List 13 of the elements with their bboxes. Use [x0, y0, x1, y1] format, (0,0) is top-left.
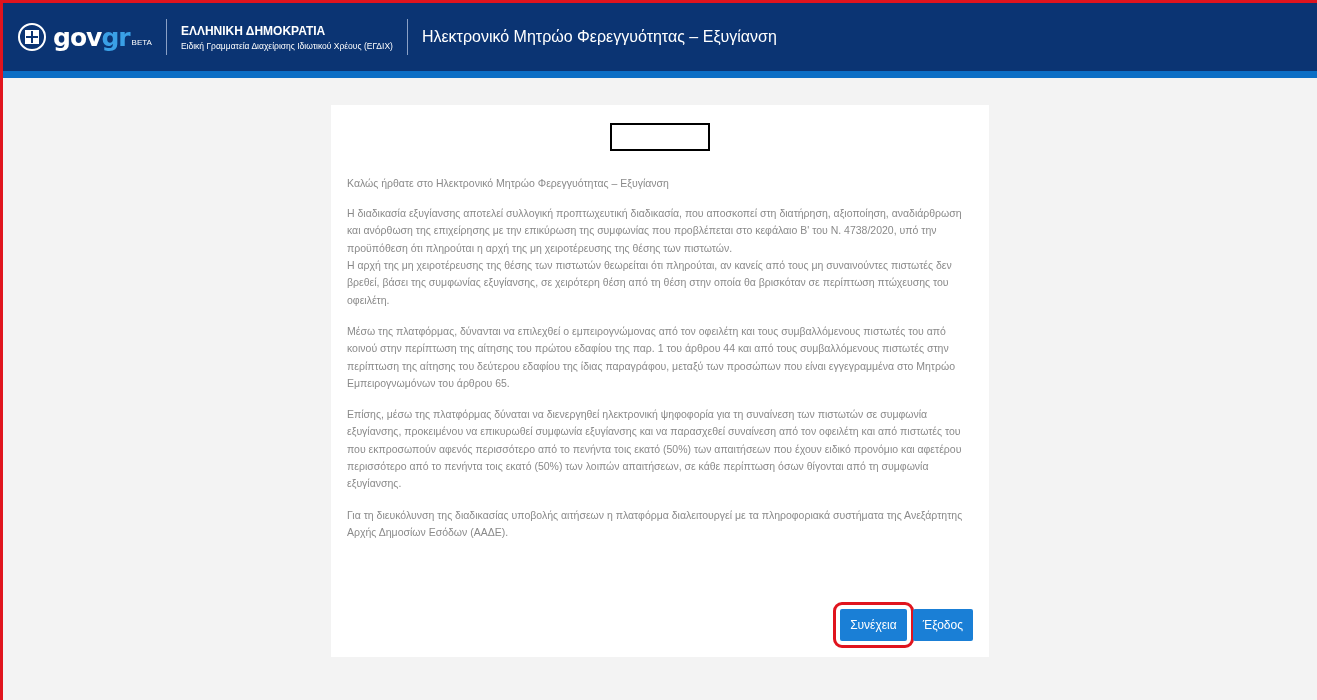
exit-button[interactable]: Έξοδος: [912, 609, 973, 641]
paragraph: Μέσω της πλατφόρμας, δύνανται να επιλεχθεί ο εμπειρογνώμονας από τον οφειλέτη και τους συμβαλλόμενους πιστωτές του από κοινού στην περίπτωση της αίτησης του πρώτου εδαφίου της παρ. 1 του άρθρου 44 και από τους συμβαλλόμενους πιστωτές στην περίπτωση της αίτησης του δεύτερου εδαφίου της ίδιας παραγράφου, μεταξύ των προσώπων που είναι εγγεγραμμένα στο Μητρώο Εμπειρογνωμόνων του άρθρου 65.: [347, 323, 957, 391]
paragraph: Η διαδικασία εξυγίανσης αποτελεί συλλογική προπτωχευτική διαδικασία, που αποσκοπεί στη διατήρηση, αξιοποίηση, αναδιάρθρωση και ανόρθωση της επιχείρησης με την επικύρωση της συμφωνίας που προβλέπεται στο κεφάλαιο Β' του Ν. 4738/2020, υπό την προϋπόθεση ότι πληρούται η αρχή της μη χειροτέρευσης της θέσης των πιστωτών.: [347, 206, 963, 256]
paragraph: Για τη διευκόλυνση της διαδικασίας υποβολής αιτήσεων η πλατφόρμα διαλειτουργεί με τα πληροφοριακά συστήματα της Ανεξάρτητης Αρχής Δημοσίων Εσόδων (ΑΑΔΕ).: [347, 507, 964, 540]
organization-subtitle: Ειδική Γραμματεία Διαχείρισης Ιδιωτικού Χρέους (ΕΓΔΙΧ): [180, 40, 393, 51]
organization-title: ΕΛΛΗΝΙΚΗ ΔΗΜΟΚΡΑΤΙΑ: [180, 23, 327, 38]
beta-label: BETA: [131, 38, 152, 47]
paragraph: Η αρχή της μη χειροτέρευσης της θέσης των πιστωτών θεωρείται ότι πληρούται, αν κανείς από τους μη συναινούντες πιστωτές δεν βρεθεί, βάσει της συμφωνίας εξυγίανσης, σε χειρότερη θέση από τη θέση στην οποία θα βρισκόταν σε περίπτωση πτώχευσης του οφειλέτη.: [347, 257, 953, 308]
paragraph: Επίσης, μέσω της πλατφόρμας δύναται να διενεργηθεί ηλεκτρονική ψηφοφορία για τη συναίνεση των πιστωτών σε συμφωνία εξυγίανσης, προκειμένου να επικυρωθεί συμφωνία εξυγίανσης και να παρασχεθεί συναίνεση από τον οφειλέτη και από πιστωτές του που εκπροσωπούν αφενός περισσότερο από το πενήντα τοις εκατό (50%) των απαιτήσεων που έχουν ειδικό προνόμιο και αφετέρου περισσότερο από το πενήντα τοις εκατό (50%) των λοιπών απαιτήσεων, σε κάθε περίπτωση όσων θίγονται από τη συμφωνία εξυγίανσης.: [347, 407, 963, 492]
logo-text: govgr: [53, 22, 130, 52]
emblem-icon: [17, 22, 47, 52]
welcome-text: Καλώς ήρθατε στο Ηλεκτρονικό Μητρώο Φερεγγυότητας – Εξυγίανση: [347, 177, 670, 189]
service-title: Ηλεκτρονικό Μητρώο Φερεγγυότητας – Εξυγίανση: [421, 28, 777, 46]
